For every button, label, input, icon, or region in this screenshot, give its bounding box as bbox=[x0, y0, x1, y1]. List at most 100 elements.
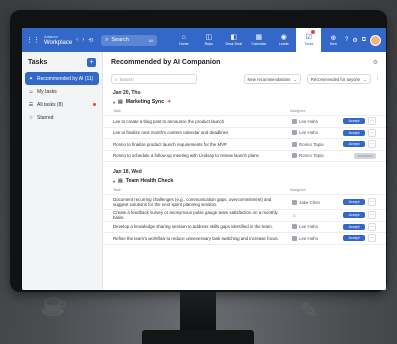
unread-dot bbox=[93, 103, 96, 106]
assignee-name: Lee Hahn bbox=[299, 235, 319, 241]
settings-icon[interactable]: ⚙ bbox=[373, 59, 378, 66]
search-shortcut: Alt bbox=[148, 37, 154, 43]
group-header[interactable]: ▾ ▤ Team Health Check bbox=[103, 176, 386, 186]
accept-button[interactable]: Accept bbox=[343, 141, 365, 148]
table-row: Create a feedback survey or anonymous pu… bbox=[103, 210, 386, 222]
column-assignee: Assignee bbox=[290, 109, 306, 113]
assignee-avatar bbox=[292, 199, 297, 205]
page-title: Recommended by AI Companion bbox=[111, 59, 221, 66]
table-row: Ronno to finalize product launch require… bbox=[103, 139, 386, 151]
sidebar-item-label: Starred bbox=[37, 114, 54, 121]
assignee: Lee Hahn bbox=[292, 130, 332, 136]
gear-icon[interactable]: ⚙ bbox=[352, 37, 357, 44]
more-icon[interactable]: ⋯ bbox=[368, 117, 376, 126]
sidebar-item-all-tasks[interactable]: ☰ All tasks (8) bbox=[22, 98, 102, 111]
tasks-icon: ☑ bbox=[305, 34, 312, 41]
filter-value: Recommended for anyone bbox=[310, 76, 361, 82]
chevron-down-icon[interactable]: ▾ bbox=[113, 179, 115, 184]
reps-icon: ◫ bbox=[205, 34, 213, 41]
more-icon[interactable]: ⋯ bbox=[368, 198, 376, 206]
assignee-avatar bbox=[292, 235, 297, 241]
accept-button[interactable]: Accept bbox=[343, 212, 365, 219]
sidebar-item-label: My tasks bbox=[37, 88, 57, 95]
chevron-down-icon[interactable]: ▾ bbox=[113, 100, 115, 105]
assignee-unassigned[interactable]: ☺ bbox=[292, 213, 332, 218]
group-date: Jan 20, Thu bbox=[113, 90, 141, 96]
star-icon[interactable]: ✦ bbox=[167, 99, 171, 105]
nav-home[interactable]: ⌂ Home bbox=[171, 28, 196, 52]
accept-button[interactable]: Accept bbox=[343, 129, 365, 136]
filter-recipient-dropdown[interactable]: Recommended for anyone ⌄ bbox=[306, 74, 371, 84]
nav-label: Leads bbox=[278, 42, 289, 46]
accept-button[interactable]: Accept bbox=[343, 223, 365, 230]
more-icon[interactable]: ⋯ bbox=[368, 128, 376, 137]
group-name: Marketing Sync bbox=[125, 99, 165, 105]
sidebar-item-starred[interactable]: ☆ Starred bbox=[22, 111, 102, 124]
column-assignee: Assignee bbox=[290, 188, 306, 192]
more-icon[interactable]: ⋯ bbox=[368, 140, 376, 149]
star-icon: ☆ bbox=[28, 114, 34, 121]
table-row: Document recurring challenges (e.g., com… bbox=[103, 195, 386, 210]
new-label: New bbox=[329, 41, 337, 46]
sidebar-item-recommended[interactable]: ✦ Recommended by AI (11) bbox=[25, 72, 99, 85]
person-icon: ☺ bbox=[28, 88, 34, 95]
help-icon[interactable]: ? bbox=[345, 37, 348, 43]
nav-tasks[interactable]: ☑ Tasks bbox=[296, 28, 322, 52]
filter-value: New recommendations bbox=[247, 76, 291, 82]
group-header[interactable]: ▾ ▤ Marketing Sync ✦ bbox=[103, 97, 386, 107]
task-text: Develop a knowledge sharing session to a… bbox=[113, 224, 273, 230]
sidebar-item-my-tasks[interactable]: ☺ My tasks bbox=[22, 85, 102, 98]
apps-icon[interactable]: ⧉ bbox=[362, 37, 366, 44]
meeting-icon: ▤ bbox=[118, 99, 123, 105]
nav-leads[interactable]: ◉ Leads bbox=[271, 28, 296, 52]
task-text: Lee to create a blog post to announce th… bbox=[113, 118, 225, 124]
chevron-down-icon: ⌄ bbox=[293, 76, 297, 82]
nav-reps[interactable]: ◫ Reps bbox=[196, 28, 221, 52]
assignee-name: Lee Hahn bbox=[299, 118, 319, 124]
more-icon[interactable]: ⋯ bbox=[368, 234, 376, 243]
sidebar-item-label: All tasks (8) bbox=[37, 101, 64, 108]
more-icon[interactable]: ⋯ bbox=[368, 222, 376, 231]
table-row: Ronno to schedule a follow up meeting wi… bbox=[103, 151, 386, 162]
history-icon[interactable]: ⟲ bbox=[88, 37, 93, 44]
table-row: Lee to finalize next month's content cal… bbox=[103, 128, 386, 139]
assignee-name: Lee Hahn bbox=[299, 224, 319, 230]
new-button[interactable]: ⊕ New bbox=[330, 35, 337, 46]
sidebar: Tasks + ✦ Recommended by AI (11) ☺ My ta… bbox=[22, 52, 103, 290]
accept-button[interactable]: Accept bbox=[343, 118, 365, 125]
workspace-switcher[interactable]: Adatum Workplace bbox=[44, 33, 72, 47]
add-task-button[interactable]: + bbox=[87, 58, 96, 67]
group-date: Jan 18, Wed bbox=[113, 169, 142, 175]
global-search[interactable]: ⌕ Search Alt bbox=[101, 34, 158, 46]
more-icon[interactable]: ⋯ bbox=[368, 211, 376, 220]
filter-icon[interactable]: ⫶ bbox=[377, 76, 378, 82]
task-text: Ronno to schedule a follow up meeting wi… bbox=[113, 153, 259, 159]
accept-button[interactable]: Accept bbox=[343, 199, 365, 205]
background-pen-icon: ✎ bbox=[300, 298, 319, 323]
monitor-base bbox=[142, 330, 254, 344]
search-icon: ⌕ bbox=[115, 76, 118, 82]
nav-calendar[interactable]: ▦ Calendar bbox=[246, 28, 271, 52]
nav-desk-deal[interactable]: ◧ Desk Deal bbox=[221, 28, 246, 52]
filter-status-dropdown[interactable]: New recommendations ⌄ bbox=[243, 74, 301, 84]
app-launcher-icon[interactable]: ⋮⋮ bbox=[26, 36, 40, 44]
task-text: Create a feedback survey or anonymous pu… bbox=[113, 210, 278, 221]
background-mug-icon: ☕ bbox=[40, 292, 68, 317]
column-task: Task bbox=[113, 188, 121, 192]
task-search-input[interactable]: ⌕ Search bbox=[111, 74, 197, 84]
table-row: Lee to create a blog post to announce th… bbox=[103, 116, 386, 128]
assignee-avatar bbox=[292, 130, 297, 136]
assignee: Ronno Tapia bbox=[292, 141, 332, 147]
nav-label: Home bbox=[178, 42, 189, 46]
calendar-icon: ▦ bbox=[255, 34, 263, 41]
assignee-name: Jake Chen bbox=[299, 199, 320, 205]
nav-label: Desk Deal bbox=[225, 42, 243, 46]
accept-button[interactable]: Accept bbox=[343, 235, 365, 242]
back-arrow-icon[interactable]: ‹ bbox=[76, 37, 78, 43]
workspace-name: Workplace bbox=[44, 40, 73, 46]
assignee: Ronno Tapia bbox=[292, 153, 332, 159]
workspace-org: Adatum bbox=[44, 34, 58, 39]
avatar[interactable] bbox=[370, 34, 381, 46]
monitor-stand bbox=[180, 292, 216, 332]
forward-arrow-icon[interactable]: › bbox=[82, 37, 84, 43]
